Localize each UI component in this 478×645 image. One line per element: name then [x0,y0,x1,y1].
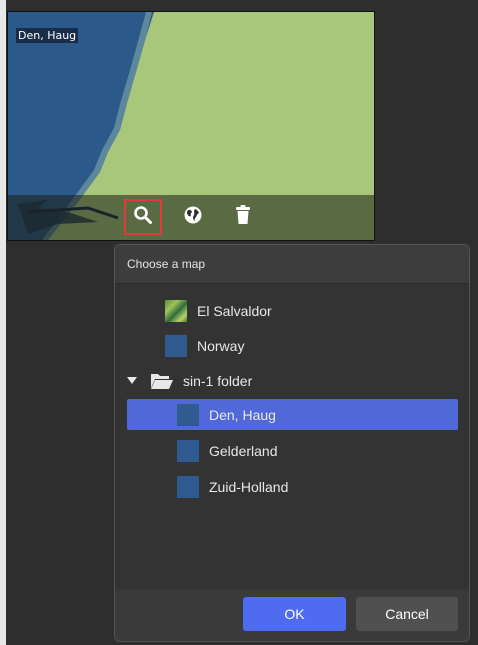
trash-icon [235,205,251,229]
tree-item-den-haug[interactable]: Den, Haug [127,399,458,430]
globe-icon [183,205,203,229]
expand-caret-icon[interactable] [127,376,137,386]
tree-folder-sin-1[interactable]: sin-1 folder [127,365,455,396]
window-edge [0,0,6,645]
tree-item-label: Norway [197,337,245,354]
tree-item-label: Gelderland [209,442,278,459]
delete-button[interactable] [226,200,260,234]
dialog-title: Choose a map [115,245,469,284]
tree-item-el-salvaldor[interactable]: El Salvaldor [165,295,455,326]
choose-map-dialog: Choose a map El Salvaldor Norway sin-1 f… [114,244,470,642]
tree-item-zuid-holland[interactable]: Zuid-Holland [177,471,455,502]
tree-item-label: Den, Haug [209,406,276,423]
ok-button[interactable]: OK [243,597,346,631]
tree-item-norway[interactable]: Norway [165,330,455,361]
map-swatch-icon [177,475,199,498]
map-swatch-icon [177,403,199,426]
folder-open-icon [151,372,173,390]
tree-item-label: El Salvaldor [197,302,272,319]
map-swatch-icon [177,439,199,462]
search-button[interactable] [124,199,162,235]
dialog-footer: OK Cancel [115,589,469,641]
map-preview: Den, Haug [7,11,375,241]
tree-item-label: Zuid-Holland [209,478,289,495]
map-swatch-icon [165,334,187,357]
cancel-button[interactable]: Cancel [356,597,458,631]
tree-item-label: sin-1 folder [183,372,253,389]
tree-item-gelderland[interactable]: Gelderland [177,435,455,466]
preview-toolbar [8,195,374,240]
globe-button[interactable] [176,200,210,234]
search-icon [133,205,153,229]
map-title-label: Den, Haug [16,28,79,43]
map-thumbnail-icon [165,299,187,322]
